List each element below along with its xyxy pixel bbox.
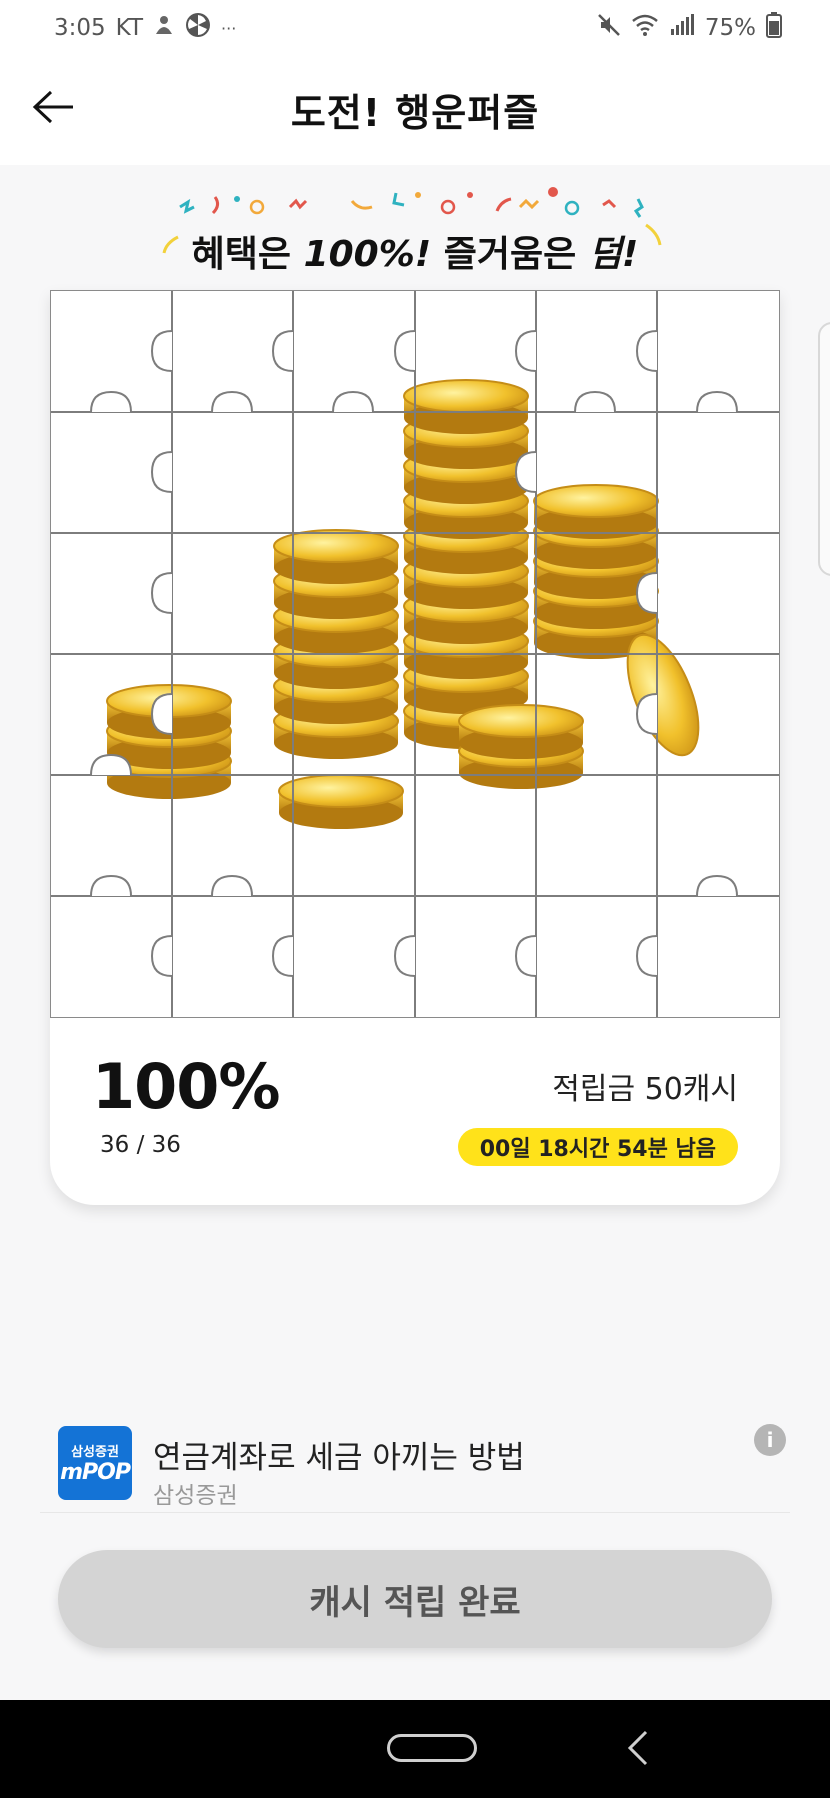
banner-text-em1: 100%! <box>303 234 432 275</box>
progress-percent: 100% <box>92 1050 281 1123</box>
home-button[interactable] <box>387 1734 477 1762</box>
time-remaining-badge: 00일 18시간 54분 남음 <box>457 1128 738 1166</box>
status-right: 75% <box>597 12 782 44</box>
nav-back-icon[interactable] <box>624 1728 654 1772</box>
page-title: 도전! 행운퍼즐 <box>290 91 540 135</box>
info-icon[interactable]: i <box>754 1424 786 1456</box>
ad-sponsor: 삼성증권 <box>153 1483 238 1509</box>
system-nav-bar <box>0 1700 830 1798</box>
mute-icon <box>597 13 621 43</box>
ad-banner[interactable]: 삼성증권 mPOP 연금계좌로 세금 아끼는 방법 삼성증권 i <box>40 1410 790 1513</box>
puzzle-grid <box>51 291 779 1017</box>
banner-text-part2: 즐거움은 <box>431 234 589 275</box>
status-left: 3:05 KT ··· <box>54 12 236 44</box>
status-carrier: KT <box>115 15 144 41</box>
side-drawer-handle[interactable] <box>818 322 830 576</box>
time-remaining-text: 00일 18시간 54분 남음 <box>479 1137 716 1162</box>
reward-amount: 적립금 50캐시 <box>552 1072 738 1107</box>
notification-icon <box>153 14 175 42</box>
status-bar: 3:05 KT ··· 75% <box>0 0 830 52</box>
info-icon-label: i <box>766 1428 774 1452</box>
cash-complete-label: 캐시 적립 완료 <box>309 1582 521 1623</box>
battery-icon <box>766 12 782 44</box>
signal-icon <box>669 13 695 43</box>
banner-text-part1: 혜택은 <box>191 234 304 275</box>
status-time: 3:05 <box>54 15 106 41</box>
wifi-icon <box>631 13 659 43</box>
fan-icon <box>185 12 211 44</box>
banner-slogan: 혜택은 100%! 즐거움은 덤! <box>0 225 830 277</box>
cash-complete-button[interactable]: 캐시 적립 완료 <box>58 1550 772 1648</box>
piece-count: 36 / 36 <box>100 1132 181 1158</box>
promo-banner: 혜택은 100%! 즐거움은 덤! <box>0 185 830 280</box>
puzzle-board[interactable] <box>50 290 780 1018</box>
puzzle-card: 100% 36 / 36 적립금 50캐시 00일 18시간 54분 남음 <box>50 290 780 1205</box>
battery-percent: 75% <box>704 15 756 41</box>
ad-logo-line2: mPOP <box>60 1460 131 1485</box>
samsung-mpop-logo: 삼성증권 mPOP <box>58 1426 132 1500</box>
app-header: 도전! 행운퍼즐 <box>0 52 830 165</box>
status-overflow: ··· <box>221 18 237 38</box>
ad-title: 연금계좌로 세금 아끼는 방법 <box>153 1440 525 1476</box>
ad-logo-line1: 삼성증권 <box>71 1445 119 1460</box>
banner-text-em2: 덤! <box>588 234 639 275</box>
